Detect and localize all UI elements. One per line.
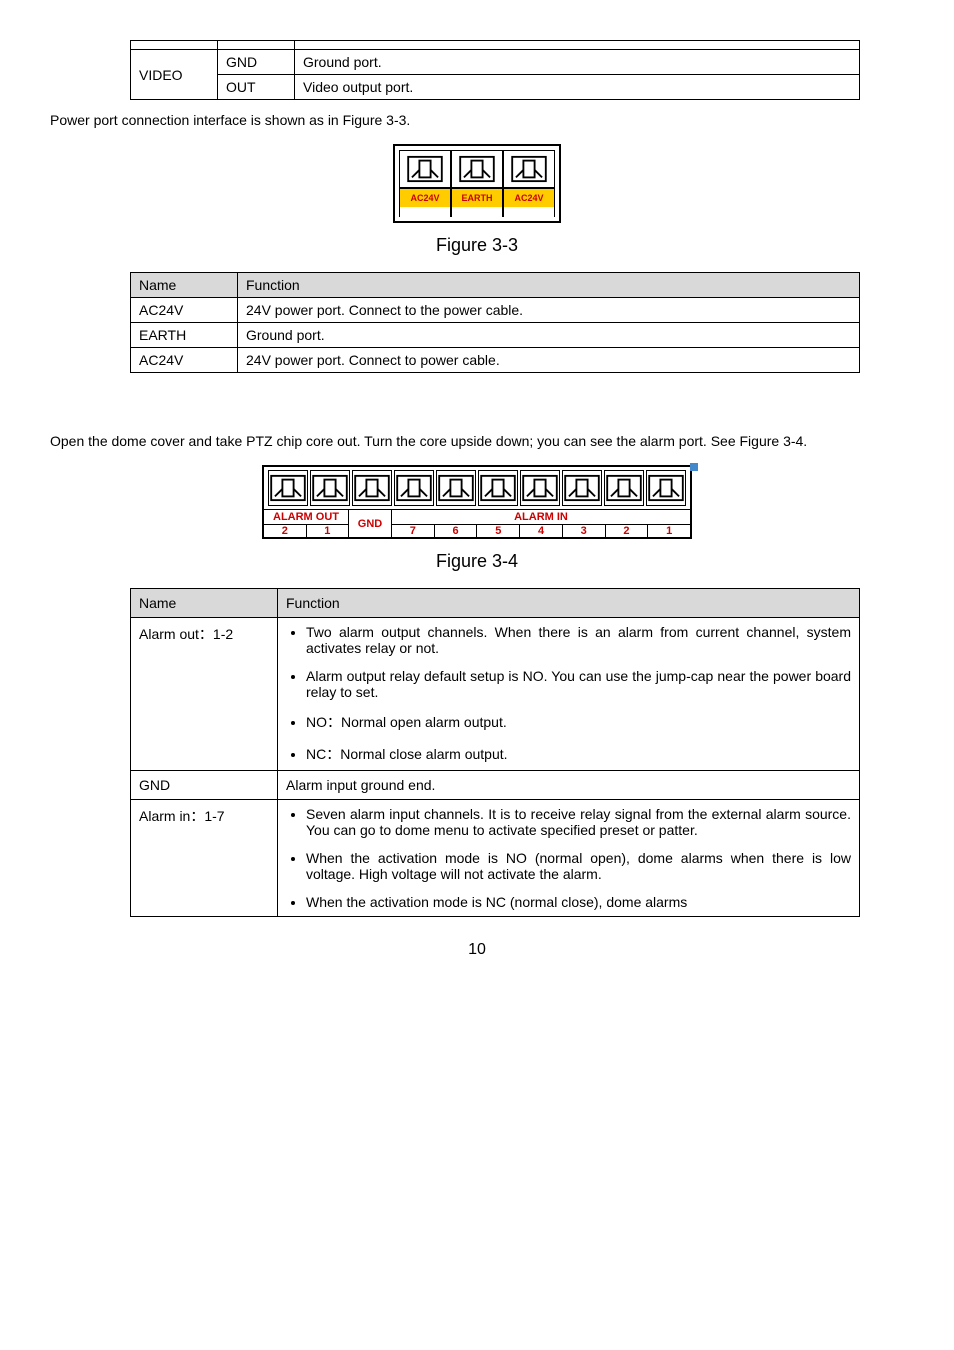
terminal-icon [562, 470, 602, 506]
table-cell: Ground port. [295, 50, 860, 75]
power-label: AC24V [399, 189, 451, 207]
gnd-label: GND [349, 510, 392, 537]
alarm-num: 6 [435, 524, 478, 537]
bullet-item: NO：Normal open alarm output. [306, 712, 851, 732]
figure-caption: Figure 3-3 [50, 235, 904, 256]
alarm-num: 7 [392, 524, 435, 537]
table-cell: Alarm in：1-7 [131, 800, 278, 917]
table-cell: 24V power port. Connect to the power cab… [238, 298, 860, 323]
power-intro-text: Power port connection interface is shown… [50, 112, 904, 128]
table-header: Function [238, 273, 860, 298]
alarm-num: 2 [606, 524, 649, 537]
table-cell [131, 41, 218, 50]
table-cell: Video output port. [295, 75, 860, 100]
table-cell: GND [131, 771, 278, 800]
table-cell: 24V power port. Connect to power cable. [238, 348, 860, 373]
bullet-item: When the activation mode is NO (normal o… [306, 850, 851, 882]
alarm-function-table: Name Function Alarm out：1-2 Two alarm ou… [130, 588, 860, 917]
alarm-num: 2 [264, 524, 307, 537]
table-cell: Seven alarm input channels. It is to rec… [278, 800, 860, 917]
terminal-icon [451, 150, 503, 188]
table-cell: VIDEO [131, 50, 218, 100]
table-header: Name [131, 589, 278, 618]
bullet-item: Two alarm output channels. When there is… [306, 624, 851, 656]
terminal-icon [503, 150, 555, 188]
terminal-icon [399, 150, 451, 188]
alarm-in-label: ALARM IN [392, 510, 690, 524]
terminal-icon [394, 470, 434, 506]
terminal-icon [268, 470, 308, 506]
power-label: AC24V [503, 189, 555, 207]
alarm-num: 4 [520, 524, 563, 537]
table-cell: OUT [218, 75, 295, 100]
table-cell: AC24V [131, 298, 238, 323]
table-cell [218, 41, 295, 50]
video-port-table: VIDEO GND Ground port. OUT Video output … [130, 40, 860, 100]
power-diagram: AC24V EARTH AC24V [393, 144, 561, 223]
table-cell: Two alarm output channels. When there is… [278, 618, 860, 771]
alarm-num: 1 [307, 524, 349, 537]
table-cell [295, 41, 860, 50]
alarm-dot-icon [690, 463, 698, 471]
table-cell: EARTH [131, 323, 238, 348]
bullet-item: When the activation mode is NC (normal c… [306, 894, 851, 910]
figure-caption: Figure 3-4 [50, 551, 904, 572]
terminal-icon [352, 470, 392, 506]
terminal-icon [604, 470, 644, 506]
terminal-icon [310, 470, 350, 506]
bullet-item: Alarm output relay default setup is NO. … [306, 668, 851, 700]
table-cell: Alarm out：1-2 [131, 618, 278, 771]
table-cell: GND [218, 50, 295, 75]
bullet-item: NC：Normal close alarm output. [306, 744, 851, 764]
terminal-icon [436, 470, 476, 506]
power-label: EARTH [451, 189, 503, 207]
power-diagram-container: AC24V EARTH AC24V Figure 3-3 [50, 144, 904, 256]
page-number: 10 [50, 941, 904, 959]
open-dome-text: Open the dome cover and take PTZ chip co… [50, 433, 904, 449]
alarm-num: 1 [648, 524, 690, 537]
terminal-icon [478, 470, 518, 506]
alarm-out-label: ALARM OUT [264, 510, 348, 524]
table-cell: AC24V [131, 348, 238, 373]
bullet-item: Seven alarm input channels. It is to rec… [306, 806, 851, 838]
terminal-icon [520, 470, 560, 506]
table-header: Name [131, 273, 238, 298]
terminal-icon [646, 470, 686, 506]
table-header: Function [278, 589, 860, 618]
table-cell: Alarm input ground end. [278, 771, 860, 800]
alarm-num: 3 [563, 524, 606, 537]
power-function-table: Name Function AC24V 24V power port. Conn… [130, 272, 860, 373]
table-cell: Ground port. [238, 323, 860, 348]
alarm-num: 5 [477, 524, 520, 537]
alarm-diagram: ALARM OUT 2 1 GND ALARM IN 7 6 5 4 3 2 1 [262, 465, 692, 539]
alarm-diagram-container: ALARM OUT 2 1 GND ALARM IN 7 6 5 4 3 2 1 [50, 465, 904, 572]
